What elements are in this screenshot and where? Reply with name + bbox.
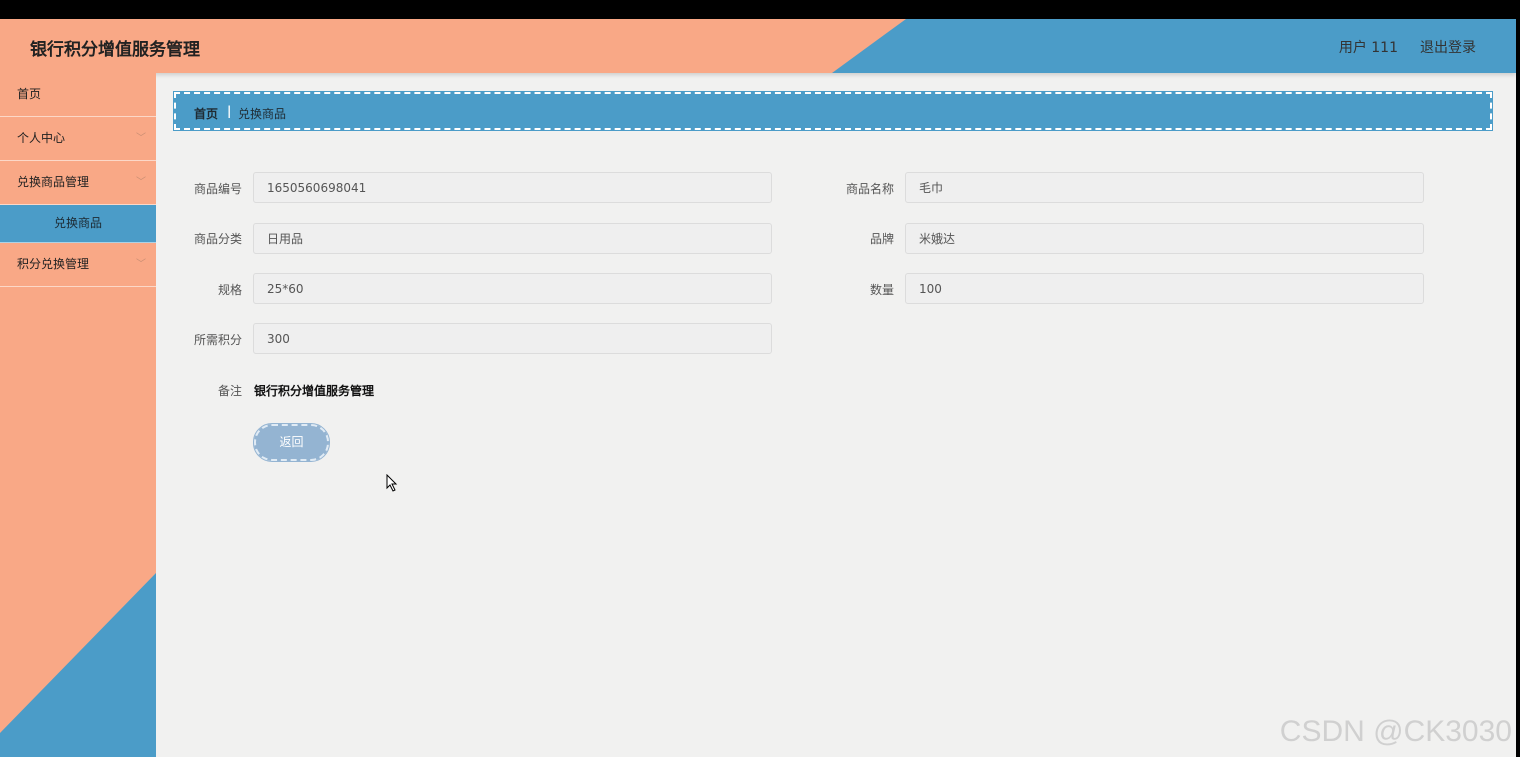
product-category-label: 商品分类: [193, 232, 242, 246]
top-header: 银行积分增值服务管理 用户 111 退出登录: [0, 19, 1516, 73]
note-label: 备注: [217, 384, 242, 398]
chevron-down-icon: ﹀: [136, 177, 146, 188]
spec-input[interactable]: [253, 273, 772, 304]
sidebar-menu: 首页 个人中心 ﹀ 兑换商品管理 ﹀ 兑换商品 积分兑换管理 ﹀: [0, 73, 156, 287]
sidebar-item-exchange-goods-management[interactable]: 兑换商品管理 ﹀: [0, 161, 156, 205]
header-decoration: [832, 19, 1516, 73]
brand-label: 品牌: [869, 232, 894, 246]
sidebar-item-label: 兑换商品: [53, 216, 102, 230]
quantity-input[interactable]: [905, 273, 1424, 304]
sidebar-item-points-exchange-management[interactable]: 积分兑换管理 ﹀: [0, 243, 156, 287]
sidebar-item-home[interactable]: 首页: [0, 73, 156, 117]
mouse-cursor-icon: [386, 474, 398, 492]
sidebar: 首页 个人中心 ﹀ 兑换商品管理 ﹀ 兑换商品 积分兑换管理 ﹀: [0, 73, 156, 757]
watermark: CSDN @CK3030: [1279, 715, 1512, 748]
breadcrumb: 首页 | 兑换商品: [173, 91, 1493, 131]
spec-label: 规格: [217, 283, 242, 297]
app-window: 银行积分增值服务管理 用户 111 退出登录 首页 个人中心 ﹀ 兑换商品管理 …: [0, 19, 1516, 757]
back-button[interactable]: 返回: [253, 423, 330, 462]
sidebar-item-label: 首页: [17, 87, 42, 101]
breadcrumb-separator: |: [227, 104, 232, 118]
product-code-label: 商品编号: [193, 182, 242, 196]
quantity-label: 数量: [869, 283, 894, 297]
breadcrumb-home-link[interactable]: 首页: [194, 105, 218, 122]
product-code-input[interactable]: [253, 172, 772, 203]
sidebar-item-label: 兑换商品管理: [17, 175, 90, 189]
logout-link[interactable]: 退出登录: [1420, 37, 1476, 57]
product-name-label: 商品名称: [845, 182, 894, 196]
app-title: 银行积分增值服务管理: [30, 40, 200, 60]
main-content: 首页 | 兑换商品 商品编号 商品名称 商品分类 品牌 规格 数量 所需积分 备…: [156, 73, 1516, 757]
product-name-input[interactable]: [905, 172, 1424, 203]
current-user: 用户 111: [1338, 40, 1398, 56]
required-points-input[interactable]: [253, 323, 772, 354]
required-points-label: 所需积分: [193, 333, 242, 347]
sidebar-item-label: 个人中心: [17, 131, 66, 145]
chevron-down-icon: ﹀: [136, 259, 146, 270]
note-value: 银行积分增值服务管理: [254, 384, 375, 398]
sidebar-item-personal-center[interactable]: 个人中心 ﹀: [0, 117, 156, 161]
sidebar-subitem-exchange-goods[interactable]: 兑换商品: [0, 205, 156, 243]
sidebar-item-label: 积分兑换管理: [17, 257, 90, 271]
product-category-input[interactable]: [253, 223, 772, 254]
chevron-down-icon: ﹀: [136, 133, 146, 144]
breadcrumb-current: 兑换商品: [238, 107, 287, 121]
brand-input[interactable]: [905, 223, 1424, 254]
